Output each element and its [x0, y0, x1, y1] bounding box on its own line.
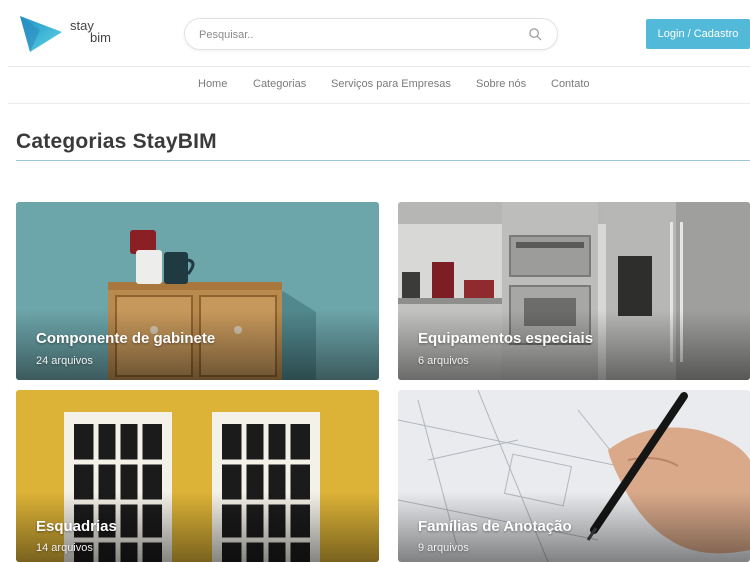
nav-servicos-empresas[interactable]: Serviços para Empresas — [331, 78, 451, 90]
category-card-familias-anotacao[interactable]: Famílias de Anotação 9 arquivos — [398, 390, 750, 562]
site-header: stay bim Login / Cadastro — [0, 0, 750, 66]
category-card-esquadrias[interactable]: Esquadrias 14 arquivos — [16, 390, 379, 562]
category-title: Esquadrias — [36, 518, 117, 535]
search-icon[interactable] — [528, 27, 543, 42]
category-card-equipamentos-especiais[interactable]: Equipamentos especiais 6 arquivos — [398, 202, 750, 380]
staybim-logo[interactable]: stay bim — [18, 12, 128, 54]
title-underline — [16, 160, 750, 161]
nav-categorias[interactable]: Categorias — [253, 78, 306, 90]
category-count: 9 arquivos — [418, 542, 469, 554]
login-register-button[interactable]: Login / Cadastro — [646, 19, 750, 49]
page-title: Categorias StayBIM — [16, 130, 217, 153]
nav-home[interactable]: Home — [198, 78, 227, 90]
search-box — [184, 18, 558, 50]
main-nav: Home Categorias Serviços para Empresas S… — [0, 67, 750, 103]
nav-contato[interactable]: Contato — [551, 78, 590, 90]
category-title: Equipamentos especiais — [418, 330, 594, 347]
category-title: Componente de gabinete — [36, 330, 216, 347]
category-count: 6 arquivos — [418, 355, 469, 367]
logo-text-bim: bim — [90, 30, 111, 45]
logo-mark-icon — [20, 16, 62, 52]
search-input[interactable] — [199, 25, 519, 45]
nav-divider — [8, 103, 750, 104]
nav-sobre-nos[interactable]: Sobre nós — [476, 78, 526, 90]
category-count: 14 arquivos — [36, 542, 93, 554]
category-title: Famílias de Anotação — [418, 518, 572, 535]
category-card-componente-gabinete[interactable]: Componente de gabinete 24 arquivos — [16, 202, 379, 380]
category-count: 24 arquivos — [36, 355, 93, 367]
